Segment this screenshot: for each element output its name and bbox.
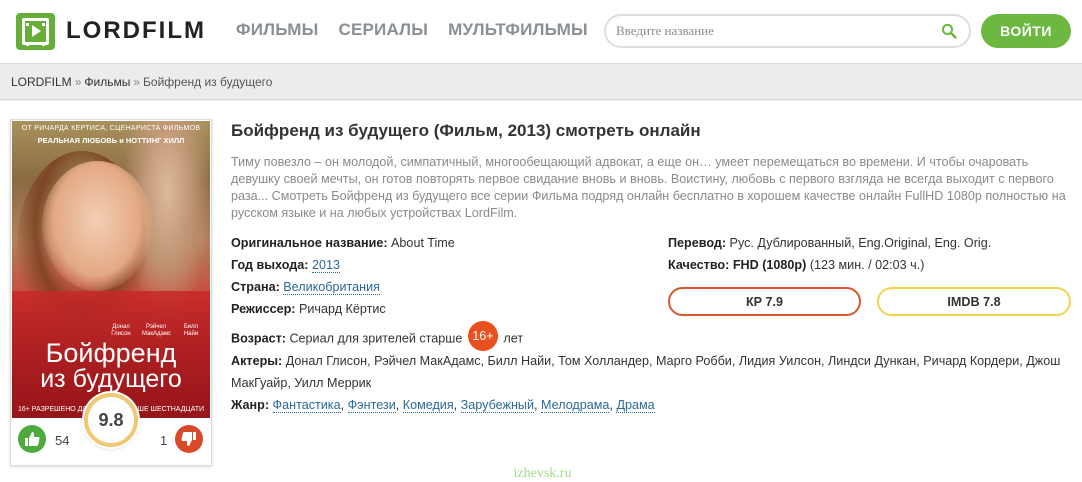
info-actors: Актеры: Донал Глисон, Рэйчел МакАдамс, Б… (231, 354, 1061, 390)
info-country: Страна: Великобритания (231, 280, 380, 295)
poster-cast: Донал Глисон Рэйчел МакАдамс Билл Найи (107, 324, 205, 338)
breadcrumb: LORDFILM» Фильмы» Бойфренд из будущего (0, 65, 1082, 100)
dislike-count: 1 (160, 433, 168, 448)
year-link[interactable]: 2013 (311, 258, 340, 273)
search-icon[interactable] (941, 23, 957, 39)
breadcrumb-home[interactable]: LORDFILM (11, 75, 72, 89)
country-link[interactable]: Великобритания (283, 280, 380, 295)
kinopoisk-rating-button[interactable]: КР 7.9 (668, 287, 861, 316)
like-button[interactable] (18, 425, 46, 453)
site-rating-badge: 9.8 (84, 393, 138, 447)
watermark: izhevsk.ru (513, 466, 572, 481)
breadcrumb-separator: » (133, 75, 141, 89)
nav-item-series[interactable]: СЕРИАЛЫ (338, 20, 428, 40)
poster-card: ОТ РИЧАРДА КЕРТИСА, СЦЕНАРИСТА ФИЛЬМОВ Р… (10, 119, 212, 466)
info-year: Год выхода: 2013 (231, 258, 340, 273)
poster-title-line2: из будущего (40, 365, 182, 393)
breadcrumb-current: Бойфренд из будущего (143, 75, 273, 89)
info-quality: Качество: FHD (1080p) (123 мин. / 02:03 … (668, 258, 925, 272)
movie-poster[interactable]: ОТ РИЧАРДА КЕРТИСА, СЦЕНАРИСТА ФИЛЬМОВ Р… (12, 121, 210, 418)
poster-tagline-movies: РЕАЛЬНАЯ ЛЮБОВЬ и НОТТИНГ ХИЛЛ (37, 136, 185, 145)
info-genres: Жанр: Фантастика, Фэнтези, Комедия, Зару… (231, 398, 655, 413)
movie-title: Бойфренд из будущего (Фильм, 2013) смотр… (231, 121, 701, 140)
genre-link[interactable]: Мелодрама (540, 398, 610, 413)
imdb-rating-button[interactable]: IMDB 7.8 (877, 287, 1071, 316)
site-logo[interactable]: LORDFILM (16, 12, 206, 50)
film-logo-icon (16, 12, 55, 50)
poster-tagline: ОТ РИЧАРДА КЕРТИСА, СЦЕНАРИСТА ФИЛЬМОВ (21, 125, 201, 132)
search-input[interactable] (616, 22, 936, 40)
site-header: LORDFILM ФИЛЬМЫ СЕРИАЛЫ МУЛЬТФИЛЬМЫ ВОЙТ… (0, 0, 1082, 64)
genre-link[interactable]: Зарубежный (460, 398, 534, 413)
poster-cast-name: Билл Найи (183, 324, 199, 337)
nav-item-cartoons[interactable]: МУЛЬТФИЛЬМЫ (448, 20, 588, 40)
info-original-title: Оригинальное название: About Time (231, 236, 455, 250)
genre-link[interactable]: Комедия (402, 398, 454, 413)
login-button[interactable]: ВОЙТИ (981, 14, 1071, 48)
genre-link[interactable]: Драма (616, 398, 655, 413)
info-translation: Перевод: Рус. Дублированный, Eng.Origina… (668, 236, 992, 250)
breadcrumb-movies[interactable]: Фильмы (84, 75, 130, 89)
like-count: 54 (55, 433, 70, 448)
breadcrumb-separator: » (74, 75, 82, 89)
poster-cast-name: Донал Глисон (111, 324, 131, 337)
nav-item-movies[interactable]: ФИЛЬМЫ (236, 20, 318, 40)
dislike-button[interactable] (175, 425, 203, 453)
genre-link[interactable]: Фэнтези (347, 398, 396, 413)
logo-text: LORDFILM (66, 17, 206, 44)
age-rating-badge: 16+ (467, 321, 498, 351)
movie-page: ОТ РИЧАРДА КЕРТИСА, СЦЕНАРИСТА ФИЛЬМОВ Р… (0, 101, 1082, 482)
main-nav: ФИЛЬМЫ СЕРИАЛЫ МУЛЬТФИЛЬМЫ (236, 20, 588, 40)
genre-link[interactable]: Фантастика (272, 398, 341, 413)
search-box (604, 14, 971, 48)
info-director: Режиссер: Ричард Кёртис (231, 302, 386, 316)
thumbs-down-icon (181, 432, 196, 446)
poster-title-line1: Бойфренд (45, 338, 177, 368)
poster-cast-name: Рэйчел МакАдамс (142, 324, 171, 337)
movie-description: Тиму повезло – он молодой, симпатичный, … (231, 155, 1066, 220)
thumbs-up-icon (25, 432, 40, 446)
info-age: Возраст: Сериал для зрителей старше 16+ … (231, 321, 523, 351)
